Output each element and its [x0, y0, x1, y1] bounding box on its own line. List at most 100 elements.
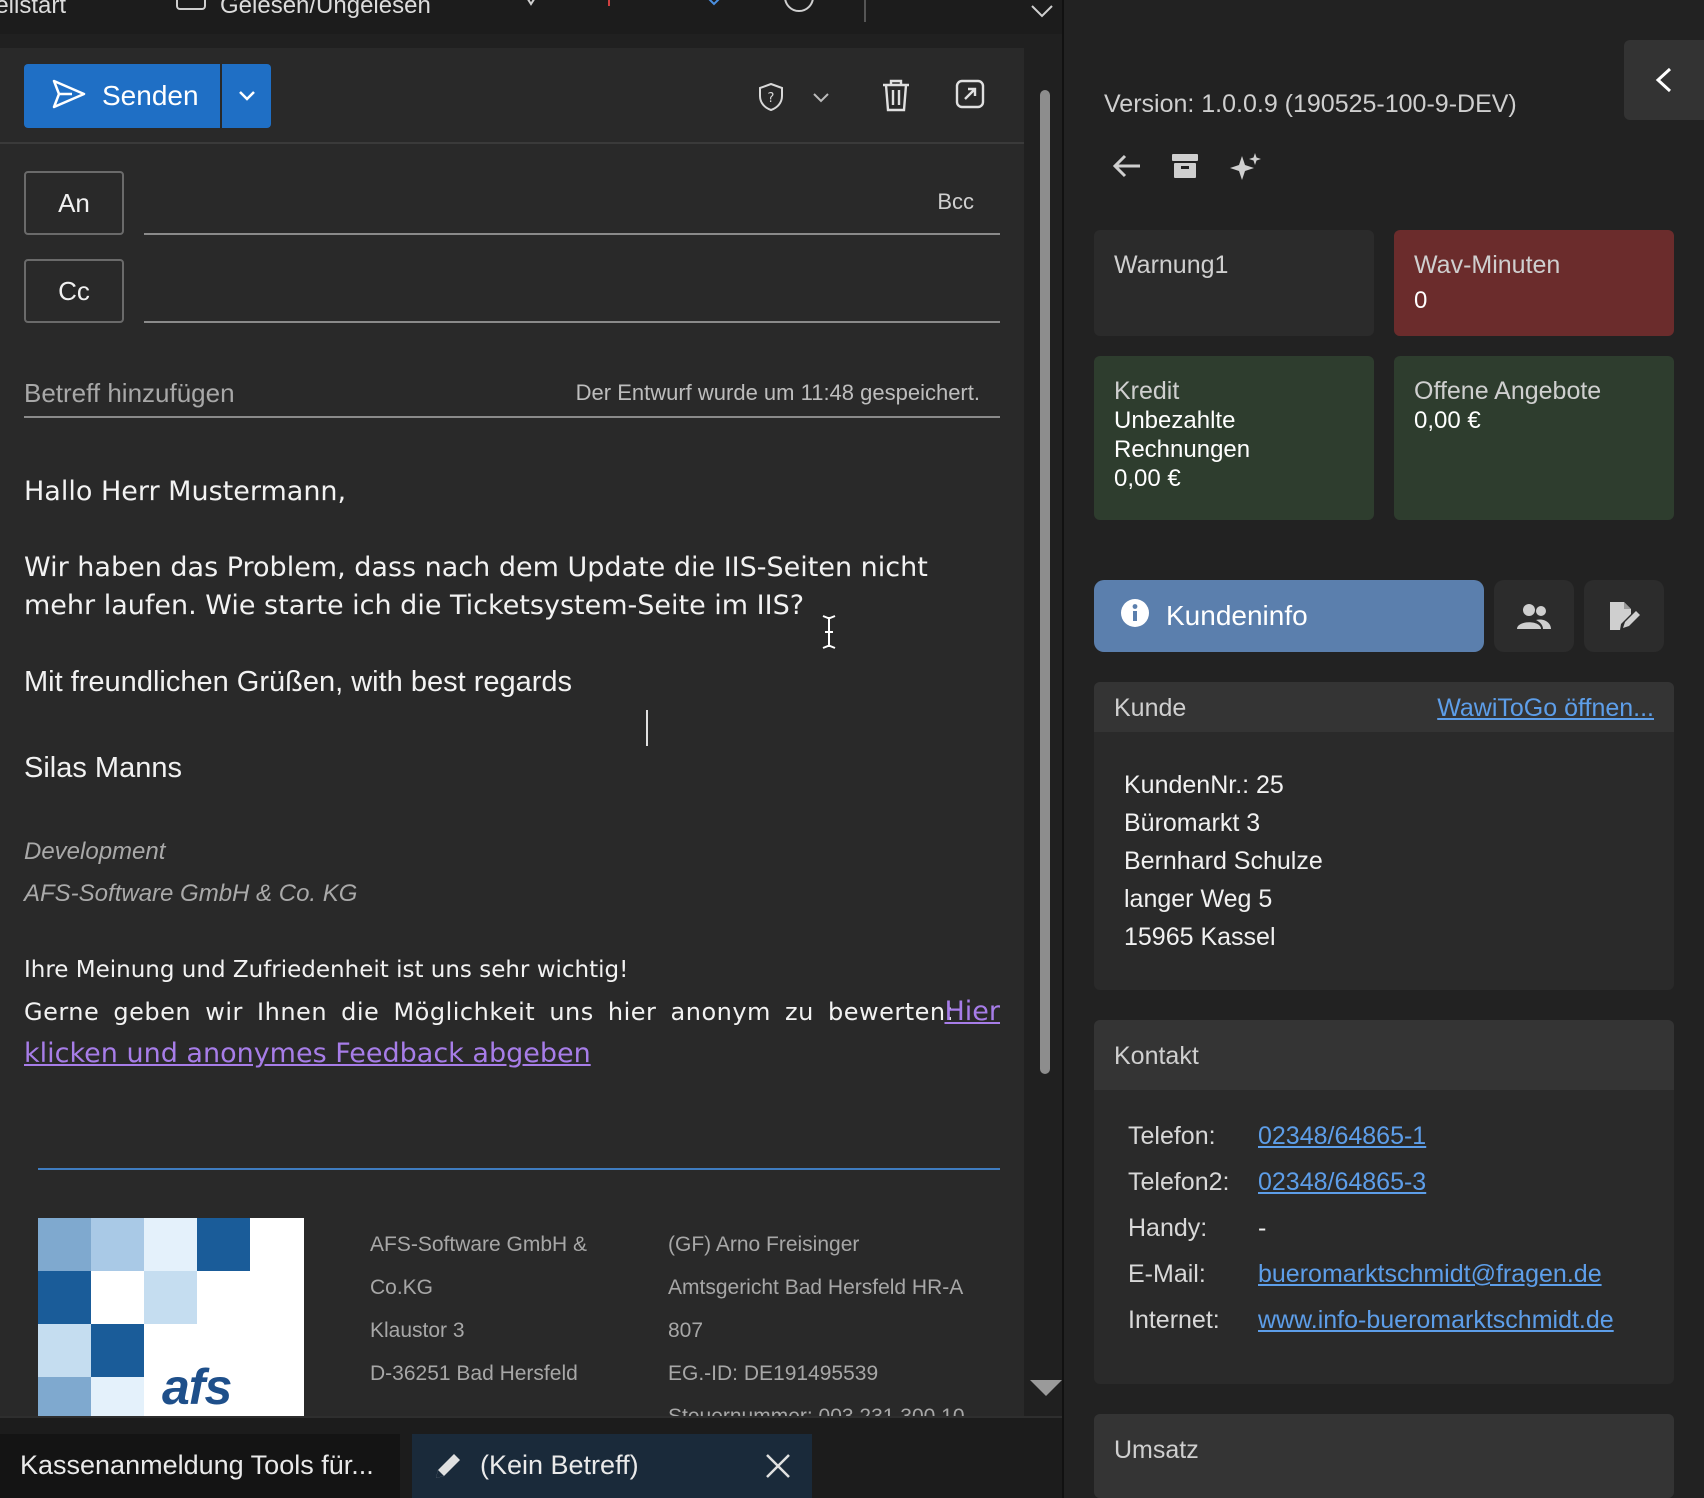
edit-doc-icon [1610, 602, 1640, 630]
scroll-down-arrow-icon[interactable] [1030, 1380, 1062, 1396]
kunde-line: Bernhard Schulze [1124, 847, 1323, 875]
card-offene-angebote[interactable]: Offene Angebote 0,00 € [1394, 356, 1674, 520]
to-row: An Bcc [24, 171, 1000, 235]
phone2-link[interactable]: 02348/64865-3 [1258, 1168, 1426, 1197]
svg-text:?: ? [768, 91, 775, 106]
card-value: Unbezahlte [1114, 407, 1236, 434]
kunde-line: 15965 Kassel [1124, 923, 1276, 951]
website-link[interactable]: www.info-bueromarktschmidt.de [1258, 1306, 1614, 1335]
card-title: Kredit [1114, 377, 1180, 405]
contacts-button[interactable] [1494, 580, 1574, 652]
body-line-2: mehr laufen. Wie starte ich die Ticketsy… [24, 590, 805, 621]
contact-label: E-Mail: [1128, 1260, 1206, 1288]
window-tabs: Kassenanmeldung Tools für... (Kein Betre… [0, 1416, 1062, 1498]
email-link[interactable]: bueromarktschmidt@fragen.de [1258, 1260, 1602, 1289]
umsatz-header[interactable]: Umsatz [1094, 1414, 1674, 1498]
ribbon-label-read[interactable]: Gelesen/Ungelesen [220, 0, 431, 20]
kunde-line: langer Weg 5 [1124, 885, 1273, 913]
compose-pane: leilstart Gelesen/Ungelesen Sen [0, 0, 1062, 1498]
footer-line: 807 [668, 1319, 704, 1342]
footer-legal: (GF) Arno Freisinger Amtsgericht Bad Her… [668, 1223, 965, 1416]
footer-line: AFS-Software GmbH & [370, 1233, 588, 1256]
kunde-title: Kunde [1114, 694, 1187, 722]
greeting-text: Hallo Herr Mustermann, [24, 476, 347, 507]
tab-label: Kassenanmeldung Tools für... [20, 1450, 374, 1480]
contact-label: Handy: [1128, 1214, 1208, 1242]
people-icon [1517, 604, 1551, 629]
tab-label: (Kein Betreff) [480, 1450, 639, 1480]
to-button[interactable]: An [24, 171, 124, 235]
collapse-pane-button[interactable] [1624, 40, 1704, 120]
bcc-button[interactable]: Bcc [937, 189, 974, 215]
afs-logo-text: afs [162, 1359, 232, 1415]
afs-logo: afs [38, 1218, 304, 1416]
sparkle-icon[interactable] [1230, 152, 1262, 187]
card-value: 0,00 € [1114, 465, 1181, 492]
card-warnung[interactable]: Warnung1 [1094, 230, 1374, 336]
feedback-link[interactable]: klicken und anonymes Feedback abgeben [24, 1038, 591, 1069]
footer-line: (GF) Arno Freisinger [668, 1233, 860, 1256]
feedback-text-2: Gerne geben wir Ihnen die Möglichkeit un… [24, 998, 955, 1026]
text-caret [646, 710, 648, 746]
send-label: Senden [102, 80, 199, 111]
chevron-down-icon [238, 91, 255, 101]
close-icon[interactable] [764, 1452, 792, 1487]
version-label: Version: 1.0.0.9 (190525-100-9-DEV) [1104, 90, 1517, 118]
archive-icon[interactable] [1170, 152, 1200, 185]
contact-label: Internet: [1128, 1306, 1220, 1334]
footer-line: Amtsgericht Bad Hersfeld HR-A [668, 1276, 964, 1299]
feedback-link-line: klicken und anonymes Feedback abgeben [24, 1034, 591, 1074]
kundeninfo-button[interactable]: Kundeninfo [1094, 580, 1484, 652]
card-wav-minuten[interactable]: Wav-Minuten 0 [1394, 230, 1674, 336]
mobile-value: - [1258, 1214, 1267, 1242]
contact-label: Telefon: [1128, 1122, 1216, 1150]
signature-divider [38, 1168, 1000, 1170]
trash-icon[interactable] [880, 78, 912, 112]
card-value: 0 [1414, 287, 1428, 314]
checkbox-icon [176, 0, 206, 10]
compose-scrollbar[interactable] [1040, 90, 1050, 1074]
footer-line: Steuernummer: 003 231 300 10 [668, 1395, 965, 1416]
card-value: 0,00 € [1414, 407, 1481, 434]
text-cursor-icon [820, 614, 838, 654]
compose-toolbar: Senden ? [0, 48, 1024, 144]
tag-icon[interactable] [520, 0, 542, 13]
footer-line: EG.-ID: DE191495539 [668, 1362, 879, 1385]
to-input[interactable] [144, 233, 1000, 235]
feedback-text-1: Ihre Meinung und Zufriedenheit ist uns s… [24, 957, 629, 983]
subject-field[interactable]: Betreff hinzufügen Der Entwurf wurde um … [24, 368, 1000, 418]
footer-address: AFS-Software GmbH & Co.KG Klaustor 3 D-3… [370, 1223, 587, 1395]
cc-button[interactable]: Cc [24, 259, 124, 323]
footer-line: Co.KG [370, 1276, 434, 1299]
info-icon [1120, 598, 1150, 635]
kunde-line: Büromarkt 3 [1124, 809, 1261, 837]
kontakt-details: Telefon: 02348/64865-1 Telefon2: 02348/6… [1094, 1090, 1674, 1380]
popout-icon[interactable] [954, 78, 986, 110]
subject-placeholder: Betreff hinzufügen [24, 378, 235, 408]
card-value: Rechnungen [1114, 436, 1251, 463]
chevron-down-icon[interactable] [812, 92, 830, 104]
shield-icon[interactable]: ? [758, 82, 784, 112]
document-edit-button[interactable] [1584, 580, 1664, 652]
flag-icon[interactable] [608, 0, 610, 6]
tab-draft[interactable]: (Kein Betreff) [412, 1434, 812, 1498]
kunde-panel: Kunde WawiToGo öffnen... KundenNr.: 25 B… [1094, 682, 1674, 990]
tab-kassenanmeldung[interactable]: Kassenanmeldung Tools für... [0, 1434, 400, 1498]
body-line-1: Wir haben das Problem, dass nach dem Upd… [24, 552, 928, 583]
clock-icon[interactable] [784, 0, 814, 12]
phone-link[interactable]: 02348/64865-1 [1258, 1122, 1426, 1151]
card-kredit[interactable]: Kredit Unbezahlte Rechnungen 0,00 € [1094, 356, 1374, 520]
closing-text: Mit freundlichen Grüßen, with best regar… [24, 666, 573, 698]
cc-input[interactable] [144, 321, 1000, 323]
wawitogo-link[interactable]: WawiToGo öffnen... [1437, 694, 1654, 723]
ribbon-expand-icon[interactable] [1030, 4, 1054, 23]
kontakt-header: Kontakt [1094, 1020, 1674, 1090]
pin-icon[interactable] [702, 0, 726, 13]
footer-line: Klaustor 3 [370, 1319, 465, 1342]
feedback-link-start[interactable]: Hier [944, 992, 1000, 1032]
ribbon-label-left[interactable]: leilstart [0, 0, 66, 20]
cc-row: Cc [24, 259, 1000, 323]
send-button[interactable]: Senden [24, 64, 220, 128]
send-options-button[interactable] [222, 64, 271, 128]
back-arrow-icon[interactable] [1112, 152, 1142, 185]
